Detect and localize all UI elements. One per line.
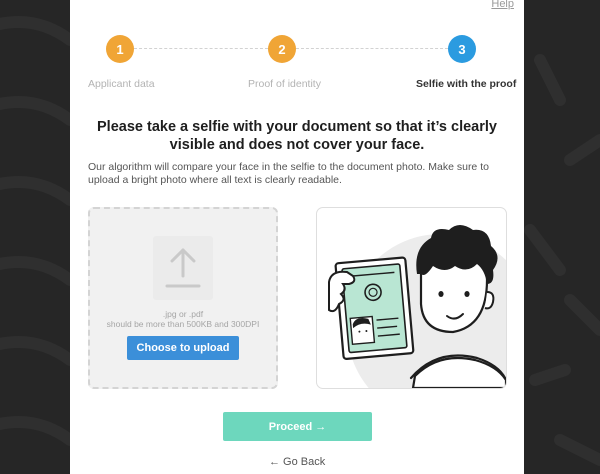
selfie-example-panel (316, 207, 507, 389)
choose-to-upload-button[interactable]: Choose to upload (127, 336, 239, 360)
upload-requirements: should be more than 500KB and 300DPI (106, 319, 260, 329)
upload-arrow-icon (153, 236, 213, 300)
selfie-with-document-illustration (328, 225, 506, 388)
page-title: Please take a selfie with your document … (97, 119, 497, 153)
step-2-circle: 2 (268, 35, 296, 63)
upload-formats: .jpg or .pdf (162, 309, 204, 319)
step-connector (296, 48, 448, 49)
step-3-circle: 3 (448, 35, 476, 63)
upload-dropzone[interactable]: .jpg or .pdf should be more than 500KB a… (88, 207, 278, 389)
instructions-text: Our algorithm will compare your face in … (88, 161, 489, 186)
verification-card: Help 1 2 3 Applicant data Proof of ident… (70, 0, 524, 474)
step-1-label: Applicant data (88, 78, 155, 90)
go-back-link[interactable]: ← Go Back (269, 456, 325, 468)
step-3-label: Selfie with the proof (416, 78, 517, 90)
proceed-button[interactable]: Proceed → (223, 412, 372, 441)
step-2-label: Proof of identity (248, 78, 321, 90)
step-connector (134, 48, 268, 49)
step-1-circle: 1 (106, 35, 134, 63)
progress-stepper: 1 2 3 Applicant data Proof of identity S… (70, 0, 524, 100)
